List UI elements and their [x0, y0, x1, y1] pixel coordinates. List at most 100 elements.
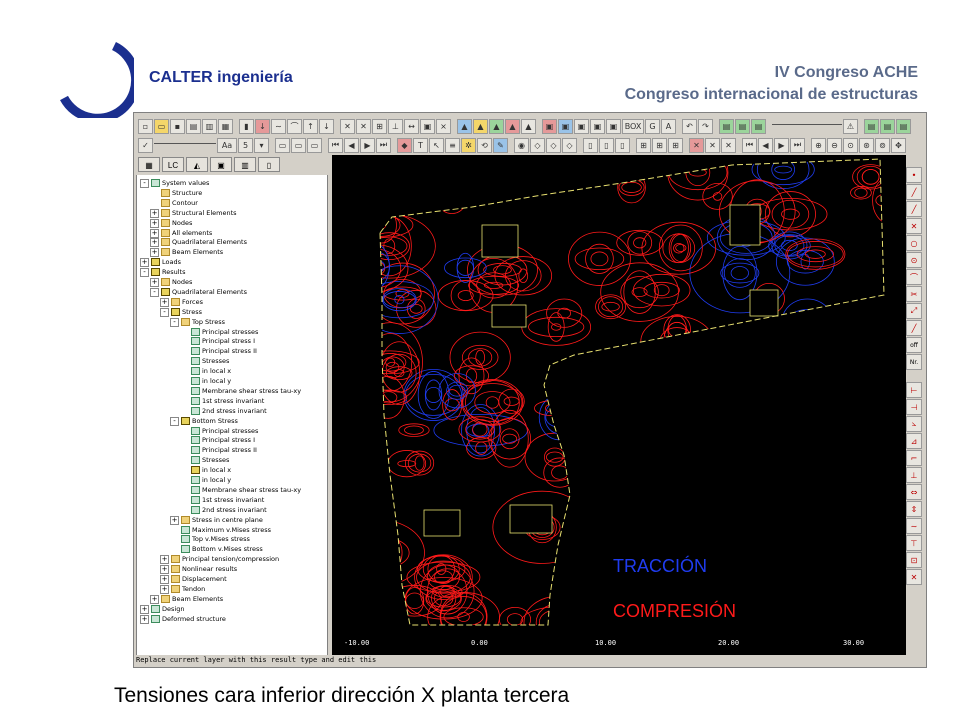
tree-item[interactable]: Quadrilateral Elements [161, 237, 247, 247]
line-icon[interactable]: ∼ [271, 118, 286, 134]
arrange-1-icon[interactable]: ▭ [275, 137, 290, 153]
axis-icon[interactable]: ⊥ [388, 118, 403, 134]
scale-slider[interactable] [154, 142, 216, 154]
dim-2-icon[interactable]: ⊣ [906, 399, 922, 415]
layer-1-icon[interactable]: ▣ [542, 118, 557, 134]
arrange-3-icon[interactable]: ▭ [307, 137, 322, 153]
tree-item[interactable]: Tendon [171, 584, 205, 594]
iso-1-icon[interactable]: ◇ [530, 137, 545, 153]
dim-5-icon[interactable]: ⌐ [906, 450, 922, 466]
color-4-icon[interactable]: ▲ [505, 118, 520, 134]
view-2-icon[interactable]: ▤ [880, 118, 895, 134]
draw-arc-icon[interactable]: ⌒ [906, 269, 922, 285]
element-icon[interactable]: ✕ [356, 118, 371, 134]
tree-expander[interactable]: - [170, 416, 179, 426]
grid-icon[interactable]: ⊞ [372, 118, 387, 134]
nav-last-icon[interactable]: ⏭ [790, 137, 805, 153]
tree-item[interactable]: 1st stress invariant [191, 495, 264, 505]
next-icon[interactable]: ▶ [360, 137, 375, 153]
layer-5-icon[interactable]: ▣ [606, 118, 621, 134]
tree-item[interactable]: in local y [191, 376, 231, 386]
tree-item[interactable]: Design [151, 604, 184, 614]
dim-10-icon[interactable]: ⊤ [906, 535, 922, 551]
window-1-icon[interactable]: ▤ [719, 118, 734, 134]
node-icon[interactable]: ✕ [340, 118, 355, 134]
tree-item[interactable]: Quadrilateral Elements [161, 287, 247, 297]
tree-expander[interactable]: + [150, 218, 159, 228]
tree-item[interactable]: Bottom Stress [181, 416, 238, 426]
nr-button[interactable]: Nr. [906, 354, 922, 370]
move-up-icon[interactable]: ↑ [303, 118, 318, 134]
nav-prev-icon[interactable]: ◀ [758, 137, 773, 153]
view-1-icon[interactable]: ▤ [864, 118, 879, 134]
tree-expander[interactable]: + [160, 565, 169, 575]
tree-item[interactable]: Deformed structure [151, 614, 226, 624]
page-1-icon[interactable]: ▯ [583, 137, 598, 153]
box-button[interactable]: BOX [622, 118, 644, 134]
tree-item[interactable]: 1st stress invariant [191, 396, 264, 406]
tree-item[interactable]: Beam Elements [161, 247, 223, 257]
dim-9-icon[interactable]: ∼ [906, 518, 922, 534]
color-1-icon[interactable]: ▲ [457, 118, 472, 134]
dim-4-icon[interactable]: ⊿ [906, 433, 922, 449]
tree-item[interactable]: Top Stress [181, 317, 225, 327]
color-5-icon[interactable]: ▲ [521, 118, 536, 134]
tree-expander[interactable]: + [150, 238, 159, 248]
tree-expander[interactable]: + [170, 515, 179, 525]
tree-item[interactable]: Top v.Mises stress [181, 534, 250, 544]
tree-item[interactable]: in local y [191, 475, 231, 485]
tree-item[interactable]: Maximum v.Mises stress [181, 525, 271, 535]
tree-item[interactable]: Nodes [161, 277, 192, 287]
load-icon[interactable]: ↓ [255, 118, 270, 134]
tree-item[interactable]: Beam Elements [161, 594, 223, 604]
star-icon[interactable]: ✲ [461, 137, 476, 153]
align-2-icon[interactable]: ⊞ [652, 137, 667, 153]
text-tool-icon[interactable]: T [413, 137, 428, 153]
draw-extend-icon[interactable]: ⤢ [906, 303, 922, 319]
marker-icon[interactable]: ◆ [397, 137, 412, 153]
redo-icon[interactable]: ↷ [698, 118, 713, 134]
tree-item[interactable]: Stress [171, 307, 202, 317]
tree-item[interactable]: Forces [171, 297, 203, 307]
tree-expander[interactable]: + [150, 594, 159, 604]
view-3-icon[interactable]: ▤ [896, 118, 911, 134]
color-3-icon[interactable]: ▲ [489, 118, 504, 134]
check-icon[interactable]: ✓ [138, 137, 153, 153]
dim-1-icon[interactable]: ⊢ [906, 382, 922, 398]
window-2-icon[interactable]: ▤ [735, 118, 750, 134]
tree-item[interactable]: Principal stress I [191, 336, 255, 346]
tree-item[interactable]: Principal stress II [191, 346, 257, 356]
dim-8-icon[interactable]: ⇕ [906, 501, 922, 517]
prev-icon[interactable]: ◀ [344, 137, 359, 153]
viewport[interactable] [332, 155, 906, 655]
dim-icon[interactable]: ↔ [404, 118, 419, 134]
warning-icon[interactable]: ⚠ [843, 118, 858, 134]
tree-expander[interactable]: + [160, 584, 169, 594]
tree-expander[interactable]: + [150, 228, 159, 238]
tree-expander[interactable]: + [150, 208, 159, 218]
color-2-icon[interactable]: ▲ [473, 118, 488, 134]
tree-item[interactable]: Stresses [191, 455, 229, 465]
last-icon[interactable]: ⏭ [376, 137, 391, 153]
iso-3-icon[interactable]: ◇ [562, 137, 577, 153]
tool-icon[interactable]: ▮ [239, 118, 254, 134]
tree-item[interactable]: in local x [191, 366, 231, 376]
tree-expander[interactable]: + [150, 248, 159, 258]
draw-line-icon[interactable]: ╱ [906, 184, 922, 200]
tree-expander[interactable]: - [170, 317, 179, 327]
dim-3-icon[interactable]: ⦣ [906, 416, 922, 432]
draw-diagonal-icon[interactable]: ╱ [906, 320, 922, 336]
save-icon[interactable]: ▪ [170, 118, 185, 134]
layer-4-icon[interactable]: ▣ [590, 118, 605, 134]
zoom-prev-icon[interactable]: ⊚ [875, 137, 890, 153]
zoom-slider[interactable] [772, 123, 842, 135]
tree-item[interactable]: Contour [161, 198, 198, 208]
draw-cut-icon[interactable]: ✂ [906, 286, 922, 302]
zoom-in-icon[interactable]: ⊕ [811, 137, 826, 153]
page-3-icon[interactable]: ▯ [615, 137, 630, 153]
delete-1-icon[interactable]: ✕ [689, 137, 704, 153]
tab-lc[interactable]: LC [162, 157, 184, 172]
preview-icon[interactable]: ▥ [202, 118, 217, 134]
dim-11-icon[interactable]: ⊡ [906, 552, 922, 568]
tree-expander[interactable]: + [160, 575, 169, 584]
